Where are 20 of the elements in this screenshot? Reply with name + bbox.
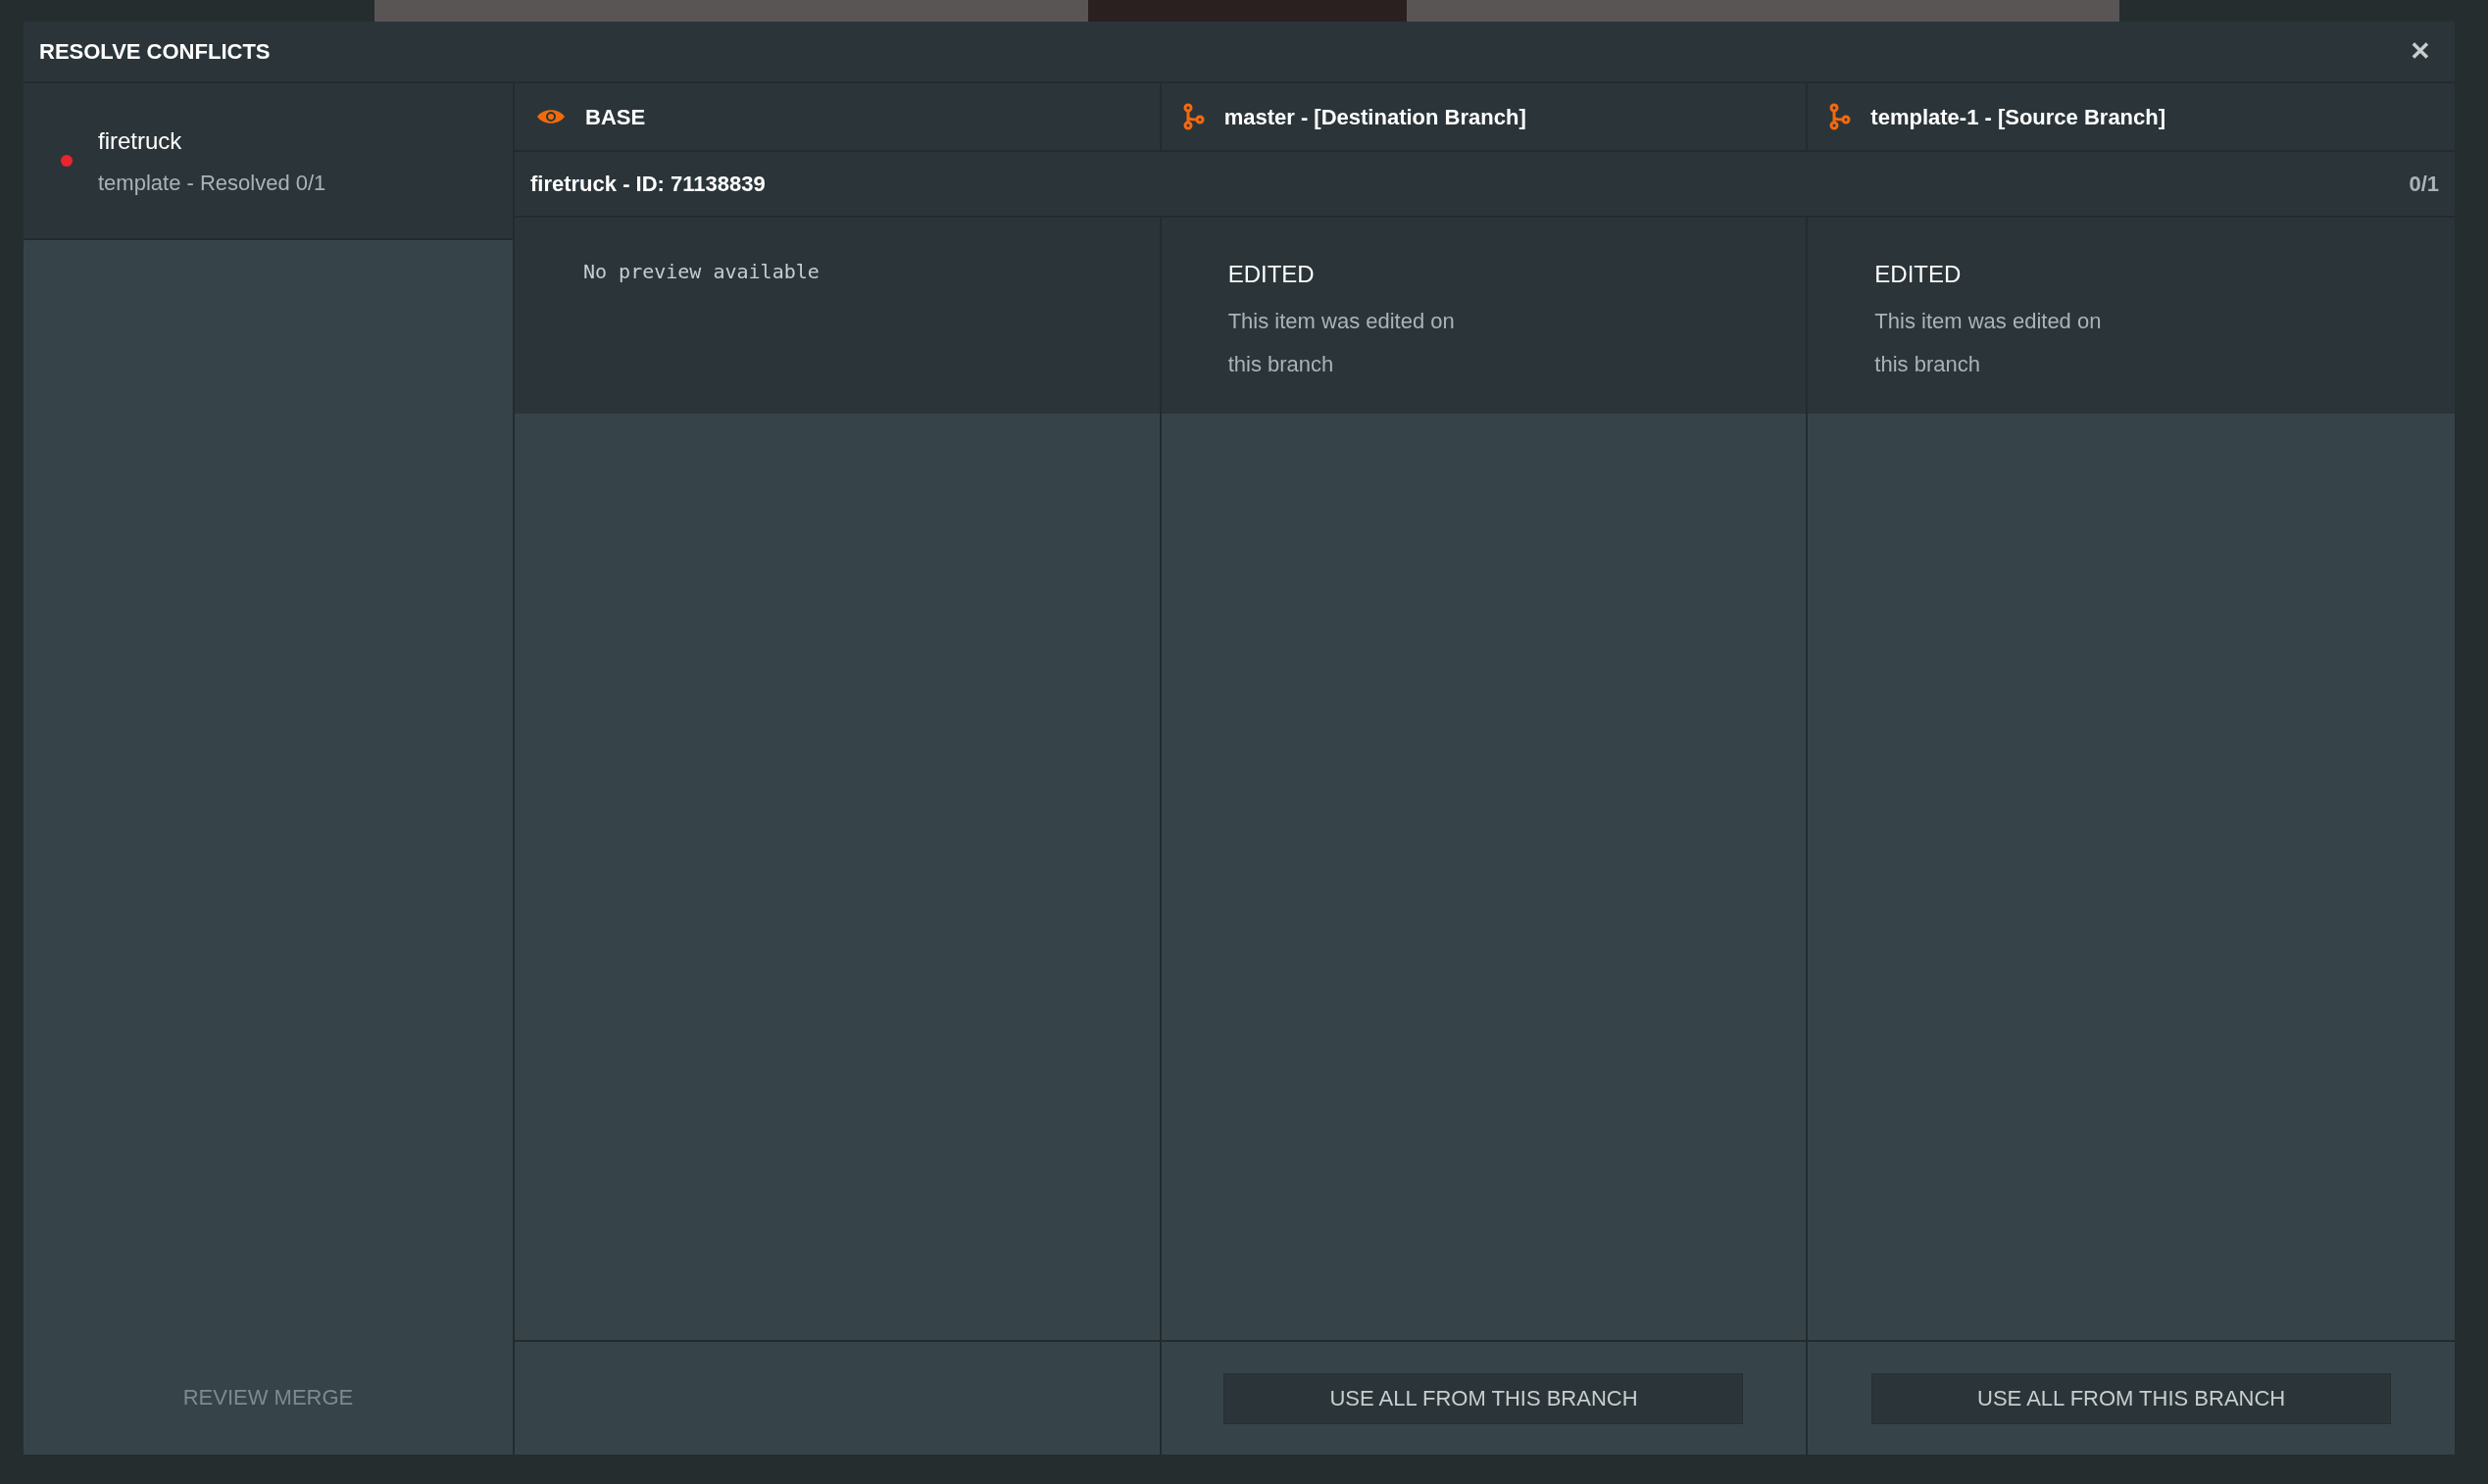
use-branch-button[interactable]: USE ALL FROM THIS BRANCH: [1223, 1372, 1744, 1424]
use-branch-button[interactable]: USE ALL FROM THIS BRANCH: [1871, 1372, 2392, 1424]
status-description: This item was edited on this branch: [1874, 308, 2103, 378]
branch-icon: [1829, 103, 1852, 130]
item-name: firetruck: [98, 125, 183, 156]
column-header: BASE: [585, 103, 646, 131]
item-subtitle: template - Resolved 0/1: [98, 169, 326, 197]
dialog-title: RESOLVE CONFLICTS: [39, 38, 271, 66]
branch-icon: [1182, 103, 1205, 130]
sidebar-item[interactable]: firetruck template - Resolved 0/1: [24, 83, 513, 240]
close-button[interactable]: ✕: [2402, 32, 2439, 71]
item-title: firetruck - ID: 71138839: [530, 171, 766, 198]
column-header: template-1 - [Source Branch]: [1870, 103, 2166, 131]
status-label: EDITED: [1874, 260, 1963, 289]
column-header: master - [Destination Branch]: [1223, 103, 1526, 131]
eye-icon: [536, 107, 566, 126]
status-description: This item was edited on this branch: [1227, 308, 1456, 378]
preview-message: No preview available: [583, 260, 820, 283]
resolved-count: 0/1: [2409, 171, 2439, 198]
status-label: EDITED: [1227, 260, 1316, 289]
